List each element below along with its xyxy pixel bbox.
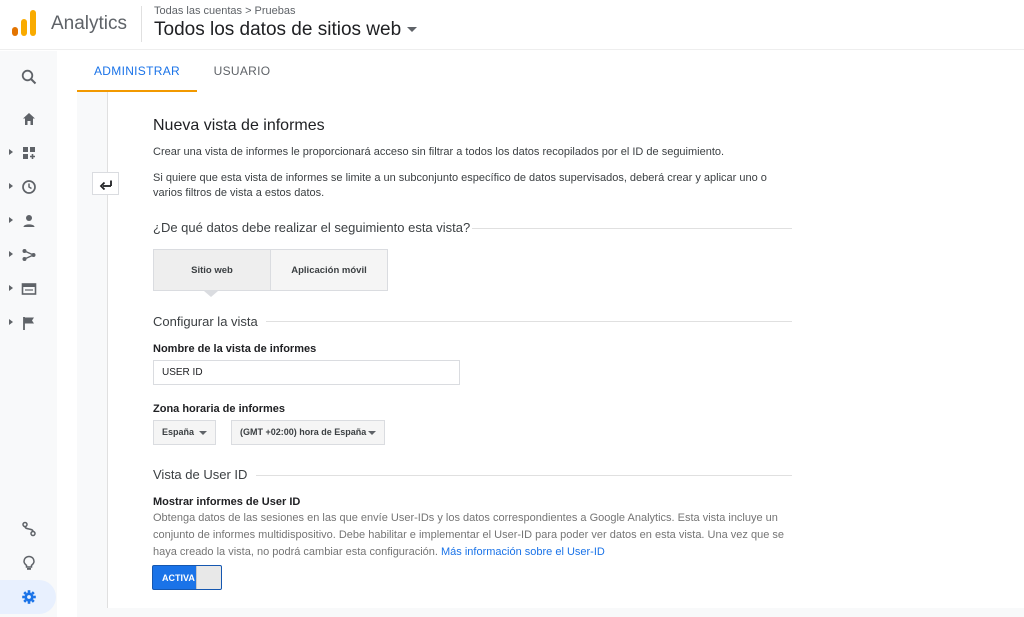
country-select-value: España [162,427,195,437]
top-bar: Analytics Todas las cuentas > Pruebas Todo… [0,0,1024,50]
timezone-select[interactable]: (GMT +02:00) hora de España [231,420,385,445]
header-divider [141,6,142,42]
nav-behavior[interactable] [0,272,57,306]
nav-attribution[interactable] [0,512,57,546]
home-icon [23,113,35,125]
breadcrumb-separator: > [245,5,252,17]
chevron-down-icon [368,431,376,435]
nav-acquisition[interactable] [0,238,57,272]
customization-icon [23,147,35,159]
nav-admin[interactable] [0,580,56,614]
bottom-strip [77,608,1024,617]
nav-conversions[interactable] [0,306,57,340]
lightbulb-icon [23,555,35,570]
option-aplicacion-movil[interactable]: Aplicación móvil [270,249,388,291]
view-name-input[interactable]: USER ID [153,360,460,385]
view-name-label: Nombre de la vista de informes [153,343,317,355]
toggle-knob [196,566,221,589]
page-title: Nueva vista de informes [153,117,325,134]
configure-section-title: Configurar la vista [153,314,258,329]
userid-section-title: Vista de User ID [153,467,248,482]
toggle-label: ACTIVA [162,573,195,583]
analytics-logo-icon[interactable] [12,10,36,36]
intro-text-1: Crear una vista de informes le proporcio… [153,146,725,158]
flag-icon [23,317,34,330]
left-navigation [0,51,57,617]
nav-customization[interactable] [0,136,57,170]
person-icon [23,215,35,227]
timezone-label: Zona horaria de informes [153,403,286,415]
back-button[interactable] [92,172,119,195]
tracking-question: ¿De qué datos debe realizar el seguimien… [153,220,471,235]
userid-label: Mostrar informes de User ID [153,496,301,508]
section-divider [266,321,792,322]
breadcrumb-root[interactable]: Todas las cuentas [154,5,242,17]
section-divider [472,228,792,229]
attribution-icon [22,521,36,537]
userid-toggle[interactable]: ACTIVA [152,565,222,590]
chevron-down-icon [199,431,207,435]
tab-administrar[interactable]: ADMINISTRAR [77,51,197,92]
admin-tabs: ADMINISTRAR USUARIO [77,51,1024,92]
nav-realtime[interactable] [0,170,57,204]
gear-icon [22,590,36,604]
nav-audience[interactable] [0,204,57,238]
chevron-down-icon [407,27,418,33]
app-name[interactable]: Analytics [51,13,127,35]
nav-discover[interactable] [0,546,57,580]
breadcrumb-current[interactable]: Pruebas [255,5,296,17]
option-sitio-web[interactable]: Sitio web [153,249,271,291]
behavior-icon [21,283,37,295]
clock-icon [22,180,36,194]
back-arrow-icon [99,180,112,190]
tab-usuario[interactable]: USUARIO [197,51,287,92]
nav-home[interactable] [0,102,57,136]
country-select[interactable]: España [153,420,216,445]
userid-help-text: Obtenga datos de las sesiones en las que… [153,510,793,561]
search-icon [21,69,37,85]
timezone-select-value: (GMT +02:00) hora de España [240,427,367,437]
property-name: Todos los datos de sitios web [154,19,402,40]
userid-learn-more-link[interactable]: Más información sobre el User-ID [441,546,605,558]
acquisition-icon [22,249,36,261]
nav-search[interactable] [0,60,57,94]
selection-notch [204,291,218,297]
intro-text-2: Si quiere que esta vista de informes se … [153,172,767,199]
section-divider [256,475,792,476]
breadcrumb[interactable]: Todas las cuentas > Pruebas [154,5,295,17]
property-selector[interactable]: Todos los datos de sitios web [154,19,418,41]
